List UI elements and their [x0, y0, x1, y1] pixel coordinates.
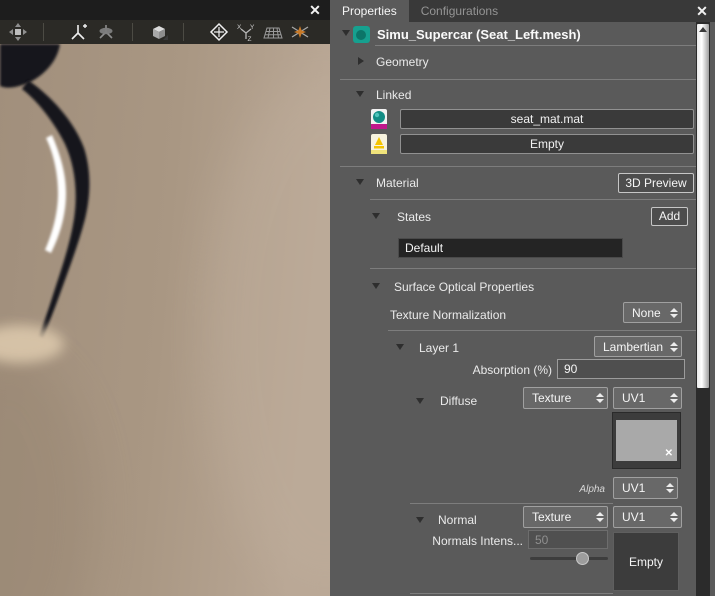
texture-clear-icon[interactable]: ✕: [665, 448, 673, 459]
linked-section-label: Linked: [376, 88, 412, 102]
linked-light-button[interactable]: Empty: [400, 134, 694, 154]
viewport-toolbar: X Y Z: [0, 20, 330, 44]
axes-add-icon[interactable]: [68, 22, 88, 42]
material-expander[interactable]: [356, 179, 364, 185]
diffuse-expander[interactable]: [416, 398, 424, 404]
add-state-button[interactable]: Add: [651, 207, 688, 226]
tab-configurations[interactable]: Configurations: [409, 0, 510, 22]
node-title: Simu_Supercar (Seat_Left.mesh): [377, 27, 581, 42]
divider: [410, 503, 613, 504]
divider: [370, 268, 697, 269]
diamond-gizmo-icon[interactable]: [209, 22, 229, 42]
chevron-updown-icon: [593, 512, 607, 522]
alpha-uv-dropdown[interactable]: UV1: [613, 477, 678, 499]
tab-properties[interactable]: Properties: [330, 0, 409, 22]
viewport-3d-render[interactable]: [0, 44, 330, 596]
surface-optical-label: Surface Optical Properties: [394, 280, 535, 294]
chevron-updown-icon: [667, 393, 681, 403]
normal-uv-value: UV1: [622, 510, 646, 524]
diffuse-uv-value: UV1: [622, 391, 646, 405]
toolbar-separator: [183, 23, 184, 41]
normals-intensity-label: Normals Intens...: [432, 534, 523, 548]
divider: [410, 593, 613, 594]
normal-source-value: Texture: [532, 510, 572, 524]
normal-uv-dropdown[interactable]: UV1: [613, 506, 682, 528]
chevron-updown-icon: [663, 483, 677, 493]
viewport-pane: ✕ X Y Z: [0, 0, 330, 596]
chevron-updown-icon: [667, 307, 681, 318]
svg-text:Y: Y: [250, 24, 255, 31]
diffuse-label: Diffuse: [440, 394, 478, 408]
geometry-expander[interactable]: [358, 57, 364, 65]
texture-normalization-dropdown[interactable]: None: [623, 302, 682, 323]
divider: [370, 199, 697, 200]
cube-icon[interactable]: [149, 22, 169, 42]
alpha-uv-value: UV1: [622, 481, 646, 495]
diffuse-texture-preview[interactable]: ✕: [612, 412, 681, 469]
svg-text:Z: Z: [248, 36, 252, 42]
diffuse-source-value: Texture: [532, 391, 572, 405]
panel-scrollbar[interactable]: [696, 22, 710, 596]
scrollbar-thumb[interactable]: [697, 24, 709, 388]
states-expander[interactable]: [372, 213, 380, 219]
normals-intensity-input[interactable]: 50: [528, 530, 608, 549]
chevron-updown-icon: [667, 341, 681, 352]
xyz-axes-icon[interactable]: X Y Z: [236, 22, 256, 42]
viewport-close-button[interactable]: ✕: [306, 1, 324, 19]
texture-normalization-value: None: [632, 305, 661, 320]
states-section-label: States: [397, 210, 432, 224]
layer1-expander[interactable]: [396, 344, 404, 350]
absorption-label: Absorption (%): [472, 363, 552, 377]
viewport-titlebar: ✕: [0, 0, 330, 20]
pan-gizmo-icon[interactable]: [8, 22, 28, 42]
scroll-up-icon: [699, 27, 707, 32]
3d-preview-button[interactable]: 3D Preview: [618, 173, 694, 193]
layer1-label: Layer 1: [419, 341, 460, 355]
state-name-field[interactable]: Default: [398, 238, 623, 258]
chevron-updown-icon: [667, 512, 681, 522]
application-window: ✕ X Y Z Properties Configurations ✕ Simu…: [0, 0, 715, 596]
toolbar-separator: [132, 23, 133, 41]
svg-text:X: X: [237, 24, 242, 31]
chevron-updown-icon: [593, 393, 607, 403]
normal-label: Normal: [438, 513, 477, 527]
diffuse-uv-dropdown[interactable]: UV1: [613, 387, 682, 409]
diffuse-source-dropdown[interactable]: Texture: [523, 387, 608, 409]
linked-expander[interactable]: [356, 91, 364, 97]
divider: [388, 330, 697, 331]
panel-close-button[interactable]: ✕: [693, 2, 711, 20]
diffuse-texture-thumbnail: ✕: [616, 420, 677, 461]
properties-pane: Properties Configurations ✕ Simu_Superca…: [330, 0, 715, 596]
geometry-section-label: Geometry: [376, 55, 429, 69]
light-file-icon: [371, 134, 387, 154]
normal-expander[interactable]: [416, 517, 424, 523]
toolbar-separator: [43, 23, 44, 41]
texture-normalization-label: Texture Normalization: [390, 308, 507, 322]
slider-handle[interactable]: [576, 552, 589, 565]
divider: [340, 79, 697, 80]
layer1-model-value: Lambertian: [603, 339, 664, 354]
panel-tabbar: Properties Configurations ✕: [330, 0, 715, 22]
linked-material-button[interactable]: seat_mat.mat: [400, 109, 694, 129]
absorption-input[interactable]: 90: [557, 359, 685, 379]
normals-intensity-slider[interactable]: [530, 552, 608, 565]
layer1-model-dropdown[interactable]: Lambertian: [594, 336, 682, 357]
divider: [375, 45, 697, 46]
slider-track[interactable]: [530, 557, 608, 560]
normal-source-dropdown[interactable]: Texture: [523, 506, 608, 528]
material-file-icon: [371, 109, 387, 129]
surface-optical-expander[interactable]: [372, 283, 380, 289]
sensor-star-icon[interactable]: [290, 22, 310, 42]
mesh-node-icon: [353, 26, 370, 43]
alpha-label: Alpha: [579, 484, 605, 495]
divider: [340, 166, 697, 167]
normal-texture-empty-slot[interactable]: Empty: [613, 532, 679, 591]
axes-disc-icon[interactable]: [96, 22, 116, 42]
grid-icon[interactable]: [263, 22, 283, 42]
material-section-label: Material: [376, 176, 419, 190]
properties-content: Simu_Supercar (Seat_Left.mesh) Geometry …: [330, 22, 715, 596]
header-expander[interactable]: [342, 30, 350, 36]
